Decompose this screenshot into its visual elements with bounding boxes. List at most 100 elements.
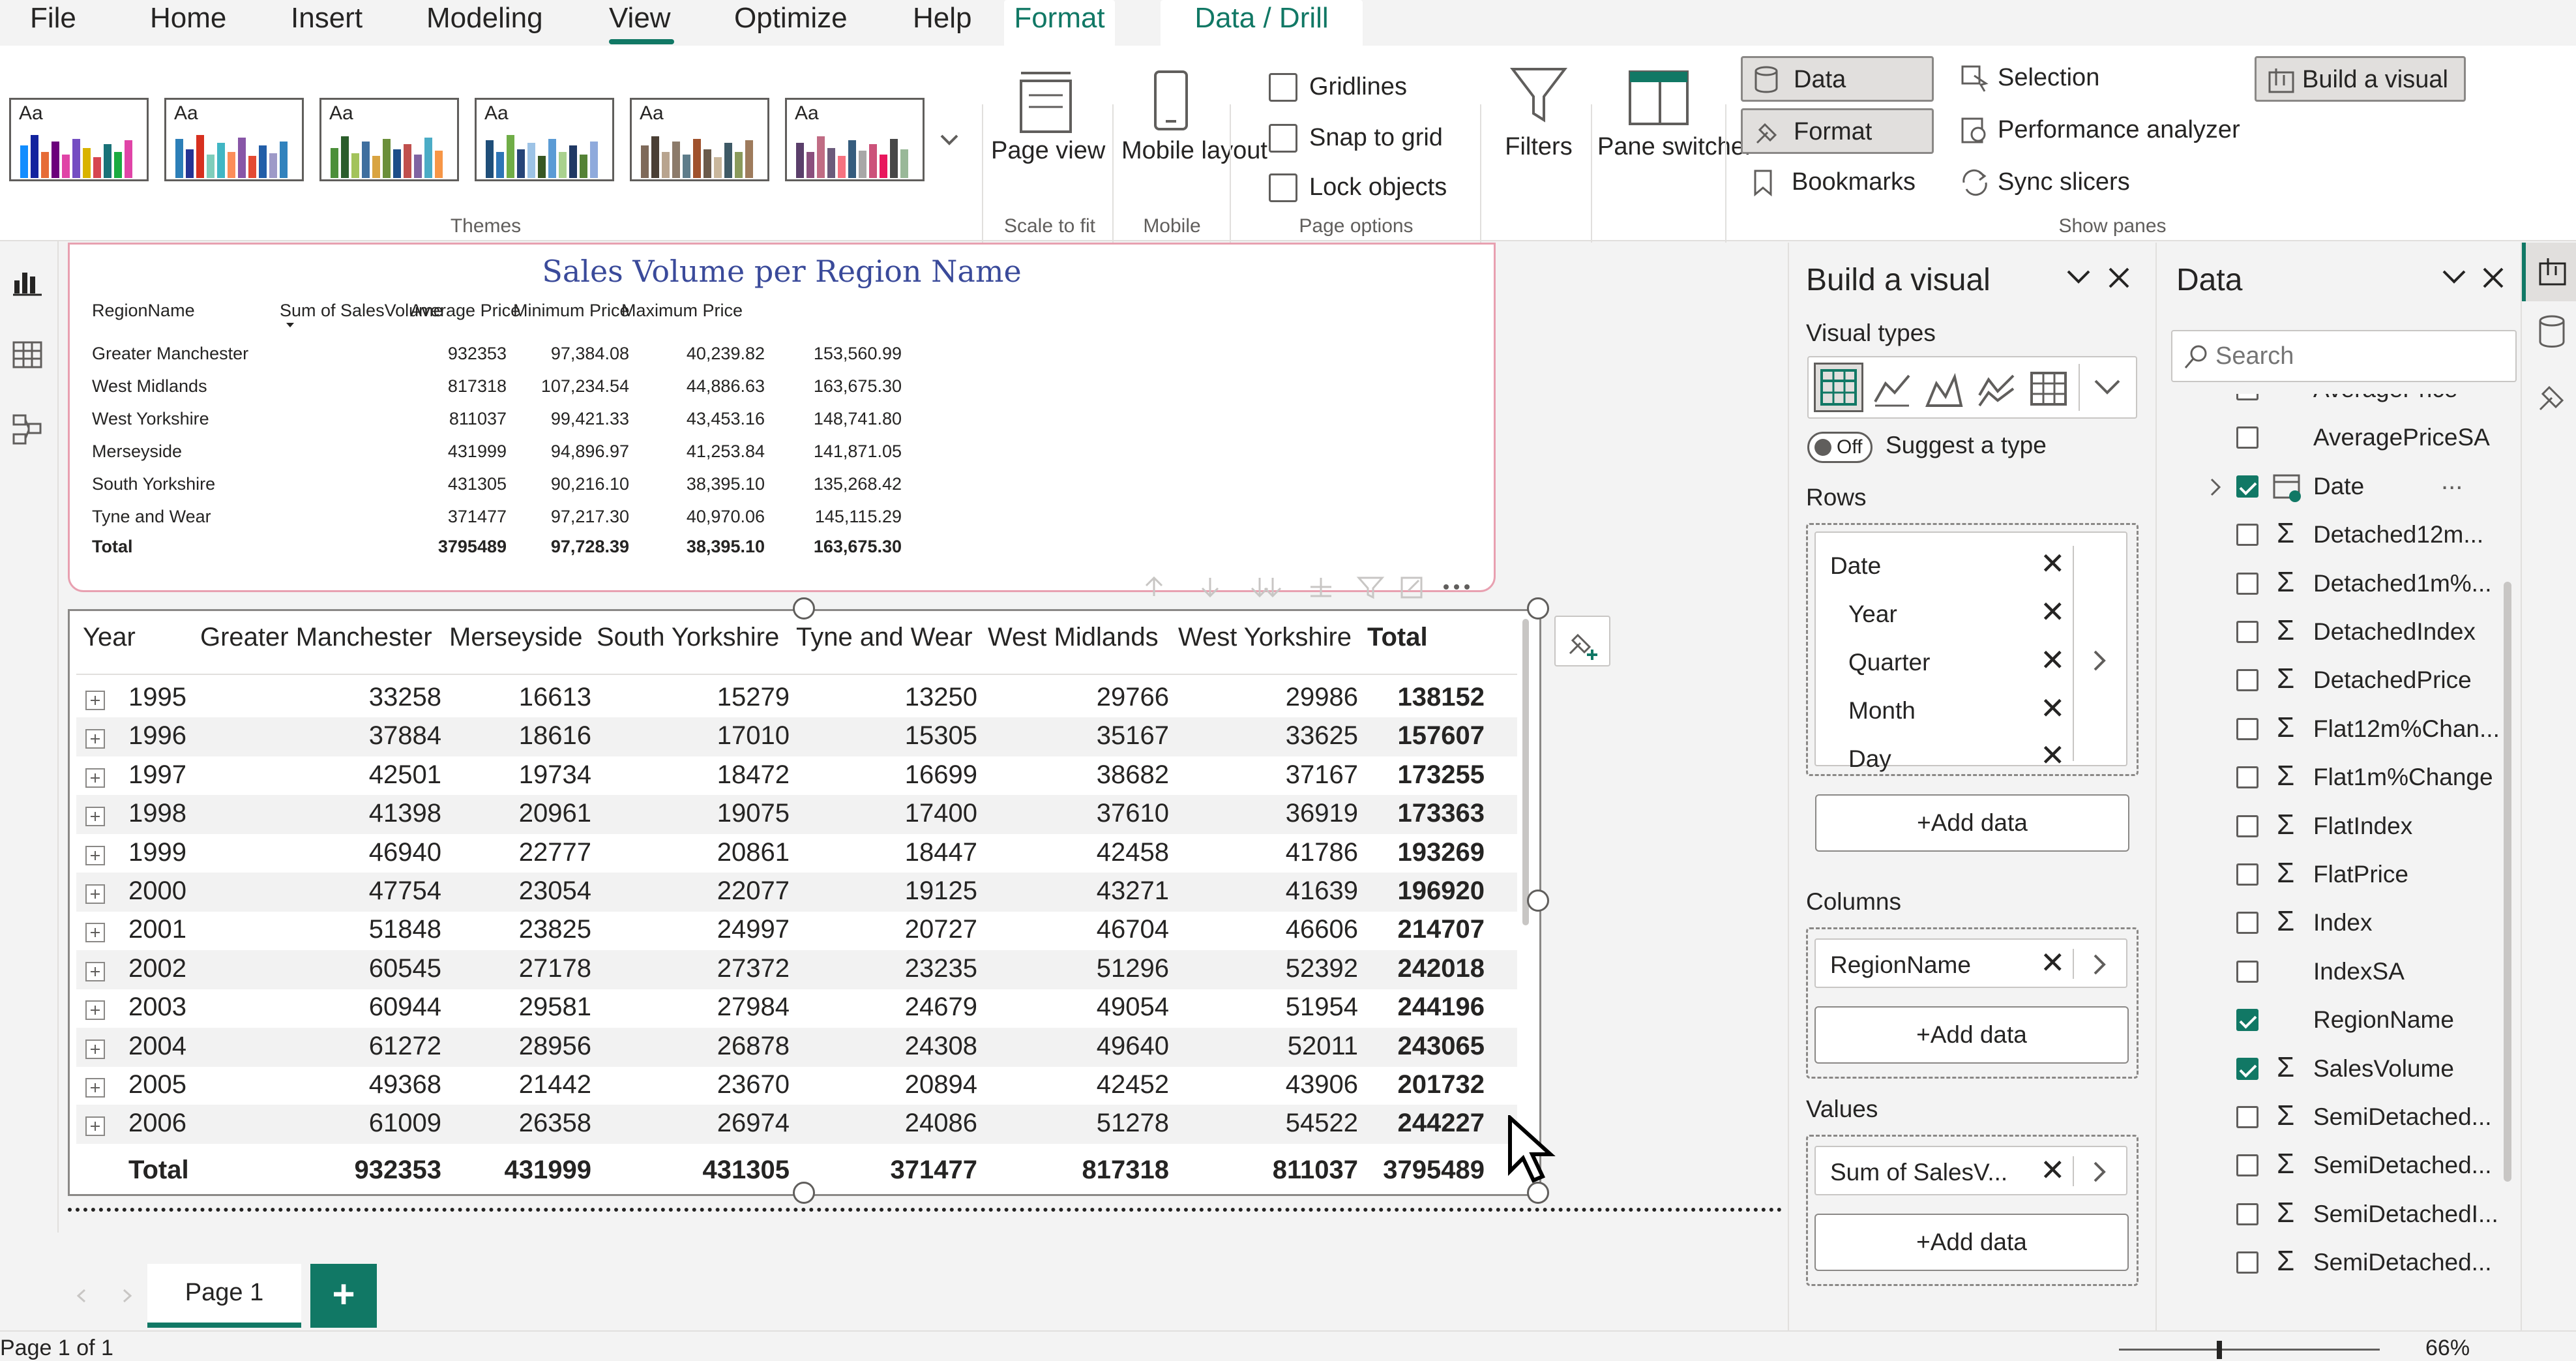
field-item[interactable]: Σ DetachedIndex <box>2157 612 2476 660</box>
performance-analyzer-toggle[interactable]: Performance analyzer <box>1949 108 2243 154</box>
matrix-column-header[interactable]: Merseyside <box>449 623 583 652</box>
expand-row-icon[interactable] <box>85 1039 105 1059</box>
rows-well[interactable]: Date ✕ Year ✕ Quarter ✕ Month ✕ Day ✕ <box>1806 523 2139 776</box>
field-item[interactable]: AveragePrice <box>2157 394 2457 417</box>
filter-icon[interactable] <box>1507 64 1570 127</box>
expand-row-icon[interactable] <box>85 845 105 865</box>
collapse-chevron-icon[interactable] <box>2065 267 2092 287</box>
regionname-field[interactable]: RegionName ✕ <box>1814 938 2127 988</box>
field-item[interactable]: Σ SemiDetachedI... <box>2157 1194 2498 1242</box>
remove-field-icon[interactable]: ✕ <box>2040 597 2065 627</box>
zoom-slider-thumb[interactable] <box>2217 1341 2222 1359</box>
build-visual-pane-toggle[interactable]: Build a visual <box>2255 56 2466 102</box>
field-checkbox[interactable] <box>2236 1154 2258 1177</box>
date-hierarchy-field[interactable]: Date ✕ Year ✕ Quarter ✕ Month ✕ Day ✕ <box>1814 531 2127 772</box>
theme-thumbnail[interactable]: Aa <box>164 98 304 181</box>
search-input[interactable] <box>2215 339 2502 373</box>
remove-field-icon[interactable]: ✕ <box>2040 1155 2065 1185</box>
add-page-button[interactable]: + <box>310 1264 377 1328</box>
matrix-column-header[interactable]: West Midlands <box>988 623 1159 652</box>
field-checkbox[interactable] <box>2236 717 2258 740</box>
gridlines-checkbox[interactable] <box>1269 73 1297 102</box>
bookmarks-pane-toggle[interactable]: Bookmarks <box>1741 160 1949 206</box>
field-item[interactable]: RegionName <box>2157 1000 2454 1048</box>
field-checkbox[interactable] <box>2236 1251 2258 1274</box>
remove-field-icon[interactable]: ✕ <box>2040 740 2065 770</box>
expand-gallery-chevron-icon[interactable] <box>2093 377 2122 396</box>
column-header[interactable]: Minimum Price <box>513 301 630 321</box>
sync-slicers-toggle[interactable]: Sync slicers <box>1949 160 2165 206</box>
theme-thumbnail[interactable]: Aa <box>319 98 459 181</box>
menu-modeling[interactable]: Modeling <box>426 0 543 39</box>
previous-page-icon[interactable] <box>72 1286 91 1306</box>
expand-row-icon[interactable] <box>85 729 105 749</box>
values-well[interactable]: Sum of SalesV... ✕ +Add data <box>1806 1135 2139 1286</box>
field-item[interactable]: Σ SemiDetached... <box>2157 1097 2492 1145</box>
close-icon[interactable] <box>2480 265 2506 291</box>
column-header[interactable]: Maximum Price <box>621 301 743 321</box>
field-item[interactable]: Σ SalesVolume <box>2157 1049 2454 1097</box>
database-icon[interactable] <box>2536 314 2569 351</box>
expand-row-icon[interactable] <box>85 923 105 943</box>
table-view-icon[interactable] <box>12 340 43 369</box>
report-view-icon[interactable] <box>12 267 43 296</box>
field-list-scrollbar[interactable] <box>2504 582 2511 1182</box>
matrix-column-header[interactable]: West Yorkshire <box>1178 623 1352 652</box>
theme-thumbnail[interactable]: Aa <box>9 98 149 181</box>
selection-pane-toggle[interactable]: Selection <box>1949 56 2145 102</box>
menu-file[interactable]: File <box>30 0 76 39</box>
expand-row-icon[interactable] <box>85 884 105 904</box>
field-item[interactable]: Σ Index <box>2157 903 2444 951</box>
context-tab-format[interactable]: Format <box>1004 0 1115 46</box>
field-checkbox[interactable] <box>2236 669 2258 692</box>
expand-row-icon[interactable] <box>85 1116 105 1137</box>
remove-field-icon[interactable]: ✕ <box>2040 548 2065 578</box>
expand-row-icon[interactable] <box>85 807 105 827</box>
matrix-total-header[interactable]: Total <box>1367 623 1428 652</box>
theme-thumbnail[interactable]: Aa <box>630 98 769 181</box>
format-pane-toggle[interactable]: Format <box>1741 108 1934 154</box>
mobile-layout-button[interactable]: Mobile layout <box>1121 134 1267 167</box>
matrix-visual[interactable]: Year Greater Manchester Merseyside South… <box>68 609 1541 1196</box>
field-item[interactable]: Σ Flat1m%Change <box>2157 757 2493 805</box>
zoom-slider[interactable] <box>2119 1349 2380 1351</box>
field-item[interactable]: Σ FlatPrice <box>2157 854 2444 903</box>
mobile-layout-icon[interactable] <box>1151 69 1191 134</box>
field-checkbox[interactable] <box>2236 863 2258 886</box>
menu-view[interactable]: View <box>609 0 671 39</box>
field-item[interactable]: Σ Flat12m%Chan... <box>2157 709 2500 757</box>
format-paintbrush-icon[interactable] <box>2536 380 2569 416</box>
menu-help[interactable]: Help <box>913 0 972 39</box>
snap-to-grid-checkbox[interactable] <box>1269 124 1297 153</box>
field-checkbox[interactable] <box>2236 960 2258 983</box>
resize-handle[interactable] <box>1527 597 1549 620</box>
chevron-right-icon[interactable] <box>2090 951 2109 978</box>
field-checkbox[interactable] <box>2236 426 2258 449</box>
field-checkbox[interactable] <box>2236 1057 2258 1080</box>
table-visual-icon[interactable] <box>2029 369 2068 408</box>
expand-row-icon[interactable] <box>85 1078 105 1098</box>
format-visual-button[interactable] <box>1554 616 1610 666</box>
field-checkbox[interactable] <box>2236 394 2258 400</box>
resize-handle[interactable] <box>1527 890 1549 912</box>
field-item[interactable]: Σ Detached12m... <box>2157 515 2483 563</box>
remove-field-icon[interactable]: ✕ <box>2040 693 2065 723</box>
matrix-column-header[interactable]: Greater Manchester <box>200 623 432 652</box>
area-chart-icon[interactable] <box>1925 369 1964 408</box>
column-header[interactable]: Average Price <box>410 301 520 321</box>
columns-well[interactable]: RegionName ✕ +Add data <box>1806 927 2139 1079</box>
theme-thumbnail[interactable]: Aa <box>785 98 925 181</box>
columns-add-data-button[interactable]: +Add data <box>1814 1006 2129 1064</box>
expand-table-chevron-icon[interactable] <box>2206 475 2226 501</box>
suggest-type-toggle[interactable]: Off <box>1807 432 1873 463</box>
next-page-icon[interactable] <box>117 1286 137 1306</box>
expand-row-icon[interactable] <box>85 768 105 788</box>
field-checkbox[interactable] <box>2236 766 2258 789</box>
field-checkbox[interactable] <box>2236 475 2258 498</box>
resize-handle[interactable] <box>793 1182 815 1204</box>
field-item[interactable]: IndexSA <box>2157 951 2444 1000</box>
field-checkbox[interactable] <box>2236 621 2258 643</box>
theme-thumbnail[interactable]: Aa <box>475 98 614 181</box>
field-checkbox[interactable] <box>2236 1009 2258 1032</box>
field-item[interactable]: Date... <box>2157 466 2463 515</box>
